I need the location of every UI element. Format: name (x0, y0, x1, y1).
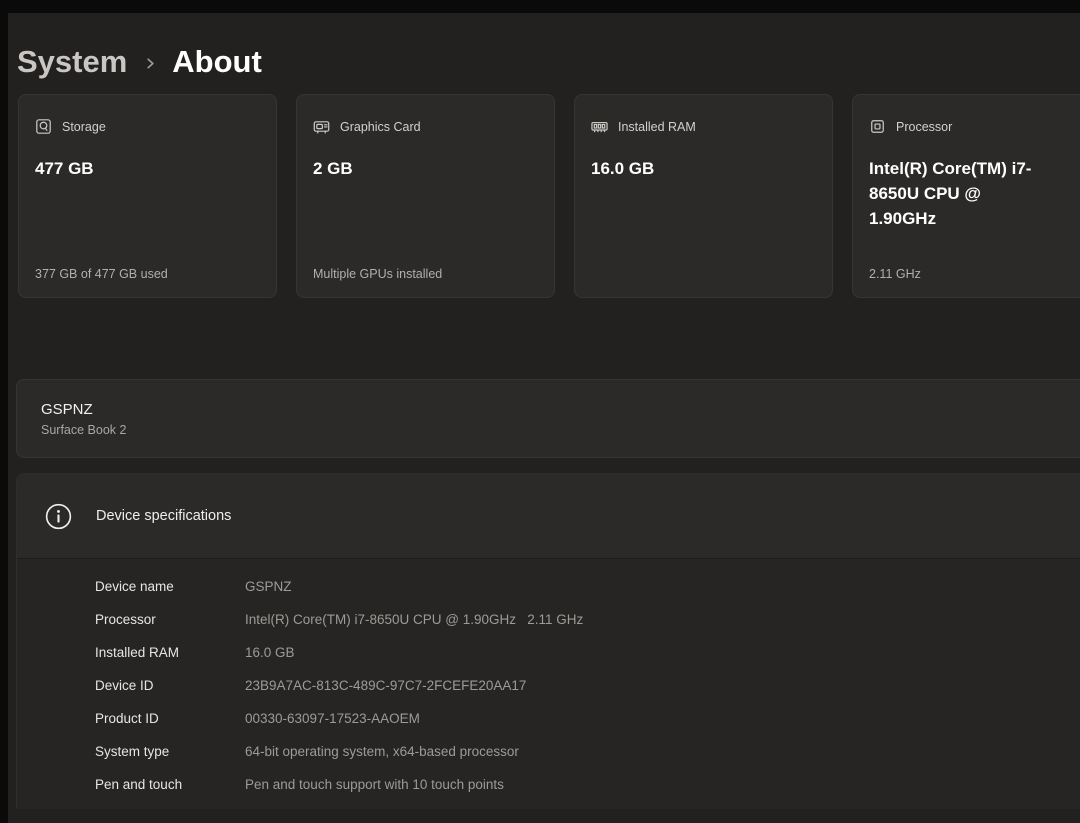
device-model: Surface Book 2 (41, 423, 1080, 437)
gpu-icon (313, 118, 330, 135)
storage-card: Storage 477 GB 377 GB of 477 GB used (18, 94, 277, 298)
storage-card-caption: 377 GB of 477 GB used (35, 267, 260, 281)
spec-label: Product ID (95, 711, 245, 726)
breadcrumb-about: About (172, 44, 262, 80)
device-name: GSPNZ (41, 401, 1080, 418)
breadcrumb: System About (8, 13, 1080, 89)
device-specifications-body: Device name GSPNZ Processor Intel(R) Cor… (17, 559, 1080, 809)
installed-ram-header: Installed RAM (591, 118, 816, 135)
installed-ram-card: Installed RAM 16.0 GB (574, 94, 833, 298)
spec-value: Pen and touch support with 10 touch poin… (245, 777, 504, 792)
storage-card-value: 477 GB (35, 156, 260, 181)
graphics-card-caption: Multiple GPUs installed (313, 267, 538, 281)
spec-label: System type (95, 744, 245, 759)
spec-row-device-name: Device name GSPNZ (95, 570, 1080, 603)
spec-label: Installed RAM (95, 645, 245, 660)
info-icon (45, 503, 72, 530)
spec-row-device-id: Device ID 23B9A7AC-813C-489C-97C7-2FCEFE… (95, 669, 1080, 702)
spec-row-processor: Processor Intel(R) Core(TM) i7-8650U CPU… (95, 603, 1080, 636)
breadcrumb-chevron-icon (143, 56, 158, 71)
processor-card: Processor Intel(R) Core(TM) i7-8650U CPU… (852, 94, 1080, 298)
spec-value: 23B9A7AC-813C-489C-97C7-2FCEFE20AA17 (245, 678, 526, 693)
spec-row-system-type: System type 64-bit operating system, x64… (95, 735, 1080, 768)
spec-label: Device ID (95, 678, 245, 693)
settings-about-page: System About Storage 477 GB 377 GB of 47… (8, 13, 1080, 823)
device-specifications-title: Device specifications (96, 508, 231, 524)
spec-row-pen-and-touch: Pen and touch Pen and touch support with… (95, 768, 1080, 801)
graphics-card-value: 2 GB (313, 156, 538, 181)
spec-value: 64-bit operating system, x64-based proce… (245, 744, 519, 759)
processor-card-caption: 2.11 GHz (869, 267, 1080, 281)
storage-card-header: Storage (35, 118, 260, 135)
storage-card-label: Storage (62, 120, 106, 134)
processor-card-header: Processor (869, 118, 1080, 135)
summary-cards: Storage 477 GB 377 GB of 477 GB used Gra… (18, 94, 1080, 298)
breadcrumb-system[interactable]: System (17, 44, 127, 80)
spec-value: Intel(R) Core(TM) i7-8650U CPU @ 1.90GHz… (245, 612, 583, 627)
spec-label: Pen and touch (95, 777, 245, 792)
spec-value: 00330-63097-17523-AAOEM (245, 711, 420, 726)
spec-label: Processor (95, 612, 245, 627)
graphics-card-header: Graphics Card (313, 118, 538, 135)
spec-label: Device name (95, 579, 245, 594)
installed-ram-label: Installed RAM (618, 120, 696, 134)
processor-card-value: Intel(R) Core(TM) i7-8650U CPU @ 1.90GHz (869, 156, 1051, 231)
storage-icon (35, 118, 52, 135)
cpu-icon (869, 118, 886, 135)
processor-card-label: Processor (896, 120, 952, 134)
spec-value: GSPNZ (245, 579, 292, 594)
ram-icon (591, 118, 608, 135)
graphics-card-card: Graphics Card 2 GB Multiple GPUs install… (296, 94, 555, 298)
device-specifications-header[interactable]: Device specifications (17, 474, 1080, 558)
spec-row-product-id: Product ID 00330-63097-17523-AAOEM (95, 702, 1080, 735)
device-specifications-panel: Device specifications Device name GSPNZ … (16, 473, 1080, 809)
spec-value: 16.0 GB (245, 645, 295, 660)
device-name-banner: GSPNZ Surface Book 2 (16, 379, 1080, 458)
installed-ram-value: 16.0 GB (591, 156, 816, 181)
spec-row-installed-ram: Installed RAM 16.0 GB (95, 636, 1080, 669)
graphics-card-label: Graphics Card (340, 120, 421, 134)
